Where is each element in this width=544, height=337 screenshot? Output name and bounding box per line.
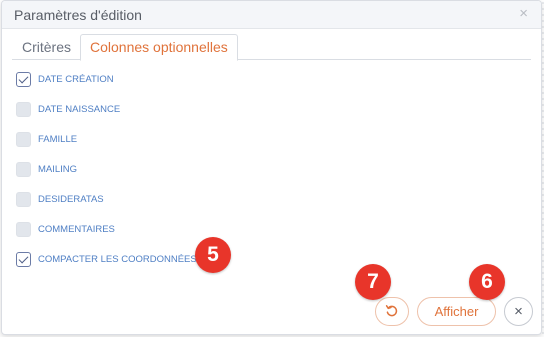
checkbox-famille[interactable] — [16, 132, 31, 147]
option-mailing[interactable]: MAILING — [16, 162, 236, 178]
tab-criteres[interactable]: Critères — [12, 34, 81, 61]
option-label: COMPACTER LES COORDONNÉES — [38, 254, 197, 265]
checkbox-date-naissance[interactable] — [16, 102, 31, 117]
option-famille[interactable]: FAMILLE — [16, 132, 236, 148]
dialog-title: Paramètres d'édition — [14, 7, 142, 23]
reset-icon — [385, 305, 398, 317]
checkbox-desideratas[interactable] — [16, 192, 31, 207]
option-date-naissance[interactable]: DATE NAISSANCE — [16, 102, 236, 118]
step-marker-5: 5 — [195, 237, 231, 273]
option-desideratas[interactable]: DESIDERATAS — [16, 192, 236, 208]
close-icon: × — [514, 303, 523, 320]
option-label: FAMILLE — [38, 134, 78, 145]
checkbox-mailing[interactable] — [16, 162, 31, 177]
close-icon[interactable]: × — [519, 6, 528, 21]
option-date-creation[interactable]: DATE CRÉATION — [16, 72, 236, 88]
step-marker-6: 6 — [469, 264, 505, 300]
edit-settings-dialog: Paramètres d'édition × Critères Colonnes… — [1, 0, 542, 335]
option-label: COMMENTAIRES — [38, 224, 115, 235]
tab-colonnes-optionnelles[interactable]: Colonnes optionnelles — [80, 34, 238, 61]
option-label: DATE CRÉATION — [38, 74, 114, 85]
option-label: DATE NAISSANCE — [38, 104, 121, 115]
option-commentaires[interactable]: COMMENTAIRES — [16, 222, 236, 238]
tab-bar: Critères Colonnes optionnelles — [12, 34, 531, 61]
step-marker-7: 7 — [355, 264, 391, 300]
dialog-titlebar: Paramètres d'édition × — [2, 1, 541, 29]
checkbox-commentaires[interactable] — [16, 222, 31, 237]
reset-button[interactable] — [375, 297, 409, 326]
checkbox-date-creation[interactable] — [16, 72, 31, 87]
checkbox-compacter-coordonnees[interactable] — [16, 252, 31, 267]
option-label: DESIDERATAS — [38, 194, 104, 205]
afficher-button[interactable]: Afficher — [417, 297, 496, 326]
option-label: MAILING — [38, 164, 78, 175]
close-button[interactable]: × — [504, 297, 533, 326]
